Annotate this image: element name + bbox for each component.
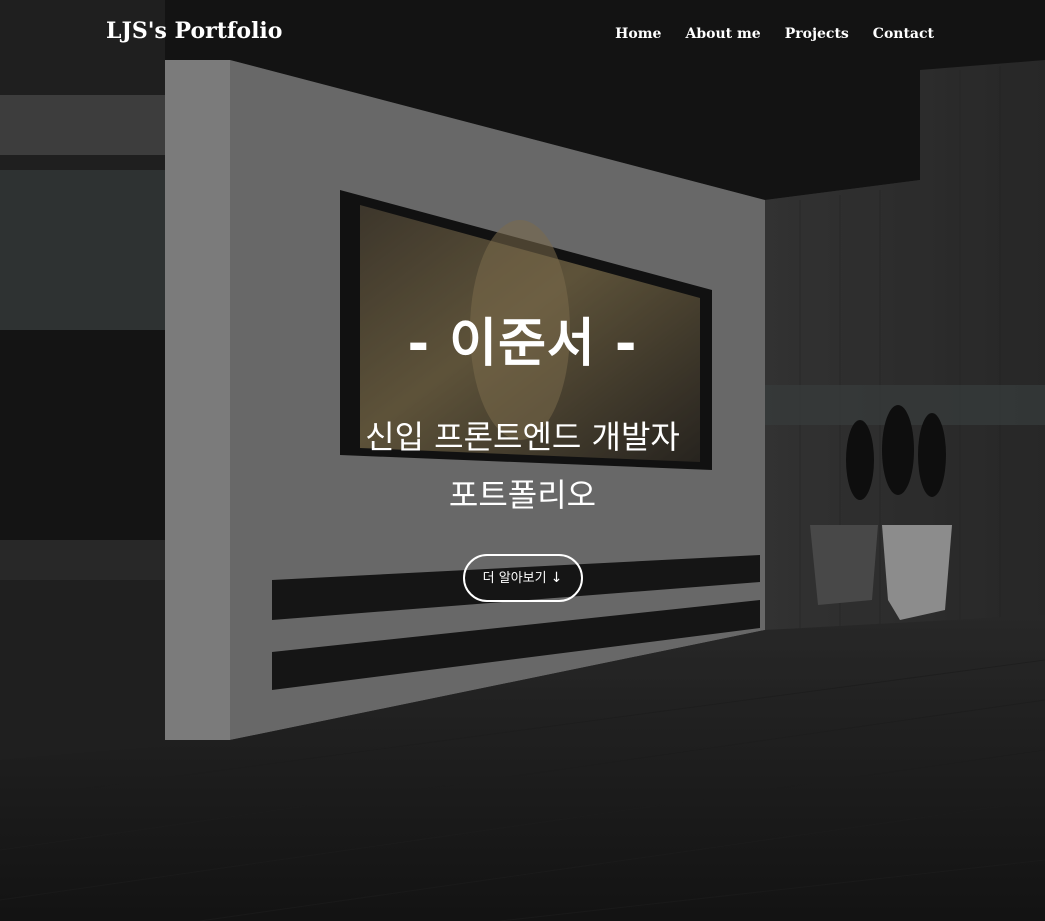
hero-subtitle-line1: 신입 프론트엔드 개발자 xyxy=(365,418,680,456)
nav-contact[interactable]: Contact xyxy=(873,26,934,42)
hero-subtitle: 신입 프론트엔드 개발자 포트폴리오 xyxy=(0,408,1045,524)
hero-subtitle-line2: 포트폴리오 xyxy=(448,476,597,514)
nav-menu: Home About me Projects Contact xyxy=(615,26,934,42)
navbar: LJS's Portfolio Home About me Projects C… xyxy=(0,0,1045,70)
hero-section: LJS's Portfolio Home About me Projects C… xyxy=(0,0,1045,921)
nav-home[interactable]: Home xyxy=(615,26,661,42)
nav-projects[interactable]: Projects xyxy=(785,26,849,42)
arrow-down-icon: ↓ xyxy=(550,570,563,586)
brand-logo[interactable]: LJS's Portfolio xyxy=(106,18,282,44)
hero-content: - 이준서 - 신입 프론트엔드 개발자 포트폴리오 더 알아보기 ↓ xyxy=(0,300,1045,602)
learn-more-label: 더 알아보기 xyxy=(482,571,547,586)
learn-more-button[interactable]: 더 알아보기 ↓ xyxy=(462,554,583,602)
hero-title: - 이준서 - xyxy=(407,314,638,374)
nav-about-me[interactable]: About me xyxy=(685,26,760,42)
